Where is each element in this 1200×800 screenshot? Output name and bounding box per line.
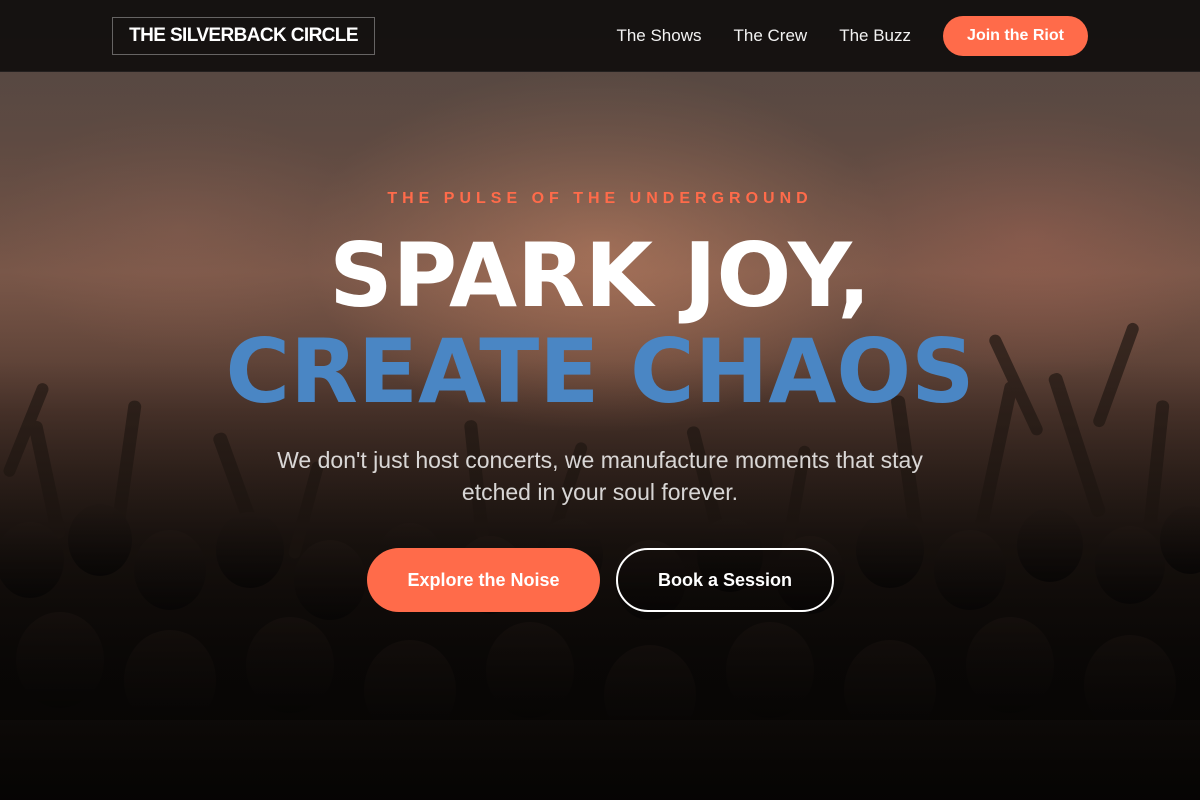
headline-line-2: CREATE CHAOS	[225, 320, 975, 423]
join-button[interactable]: Join the Riot	[943, 16, 1088, 56]
explore-button[interactable]: Explore the Noise	[367, 548, 600, 612]
hero-eyebrow: THE PULSE OF THE UNDERGROUND	[387, 190, 813, 207]
hero-subtitle: We don't just host concerts, we manufact…	[277, 447, 923, 505]
nav-link-shows[interactable]: The Shows	[616, 26, 701, 46]
brand-logo[interactable]: THE SILVERBACK CIRCLE	[112, 17, 375, 55]
nav-links: The Shows The Crew The Buzz	[616, 0, 911, 72]
hero-headline: SPARK JOY, CREATE CHAOS	[0, 228, 1200, 420]
nav-link-crew[interactable]: The Crew	[734, 26, 808, 46]
top-navbar: THE SILVERBACK CIRCLE The Shows The Crew…	[0, 0, 1200, 72]
nav-link-buzz[interactable]: The Buzz	[839, 26, 911, 46]
book-session-button[interactable]: Book a Session	[616, 548, 834, 612]
headline-line-1: SPARK JOY,	[329, 224, 871, 327]
